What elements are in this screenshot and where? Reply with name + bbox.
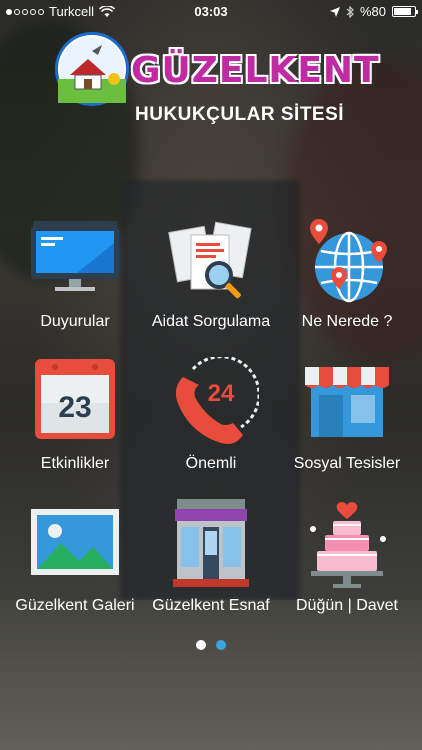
tile-label: Güzelkent Esnaf bbox=[152, 597, 270, 614]
tile-label: Etkinlikler bbox=[40, 455, 110, 472]
store-icon bbox=[163, 499, 259, 591]
phone-24-icon: 24 bbox=[163, 355, 261, 449]
location-arrow-icon bbox=[329, 6, 340, 17]
tile-label: Ne Nerede ? bbox=[301, 313, 393, 330]
calendar-day: 23 bbox=[58, 391, 91, 424]
page-indicator bbox=[0, 640, 422, 650]
tile-etkinlikler[interactable]: 23 Etkinlikler bbox=[5, 357, 145, 473]
brand-subtitle: HUKUKÇULAR SİTESİ bbox=[135, 104, 345, 125]
page-dot-1[interactable] bbox=[196, 640, 206, 650]
tile-label: Güzelkent Galeri bbox=[15, 597, 135, 614]
document-search-icon bbox=[163, 215, 259, 307]
tile-aidat-sorgulama[interactable]: Aidat Sorgulama bbox=[141, 215, 281, 331]
cake-icon bbox=[299, 499, 395, 591]
brand-title: GÜZELKENT bbox=[131, 50, 380, 91]
tile-label: Duyurular bbox=[40, 313, 110, 330]
tile-sosyal-tesisler[interactable]: Sosyal Tesisler bbox=[277, 357, 417, 473]
tile-label: Düğün | Davet bbox=[296, 597, 398, 614]
shop-icon bbox=[299, 357, 395, 449]
calendar-icon: 23 bbox=[27, 357, 123, 449]
battery-icon bbox=[392, 6, 418, 17]
battery-percent: %80 bbox=[359, 4, 386, 19]
tile-ne-nerede[interactable]: Ne Nerede ? bbox=[277, 215, 417, 331]
image-icon bbox=[27, 499, 123, 591]
logo-emblem bbox=[55, 32, 129, 106]
status-bar: Turkcell 03:03 %80 bbox=[0, 0, 422, 24]
tile-guzelkent-galeri[interactable]: Güzelkent Galeri bbox=[5, 499, 145, 615]
tile-onemli[interactable]: 24 Önemli bbox=[141, 355, 281, 473]
monitor-icon bbox=[27, 215, 123, 307]
app-logo: GÜZELKENT HUKUKÇULAR SİTESİ bbox=[55, 32, 379, 142]
bluetooth-icon bbox=[346, 5, 354, 18]
page-dot-2[interactable] bbox=[216, 640, 226, 650]
tile-guzelkent-esnaf[interactable]: Güzelkent Esnaf bbox=[141, 499, 281, 615]
tile-duyurular[interactable]: Duyurular bbox=[5, 215, 145, 331]
tile-dugun-davet[interactable]: Düğün | Davet bbox=[277, 499, 417, 615]
hotline-hours: 24 bbox=[208, 380, 235, 407]
tile-label: Aidat Sorgulama bbox=[151, 313, 271, 330]
globe-pin-icon bbox=[299, 215, 395, 307]
tile-label: Sosyal Tesisler bbox=[293, 455, 401, 472]
tile-label: Önemli bbox=[185, 455, 237, 472]
